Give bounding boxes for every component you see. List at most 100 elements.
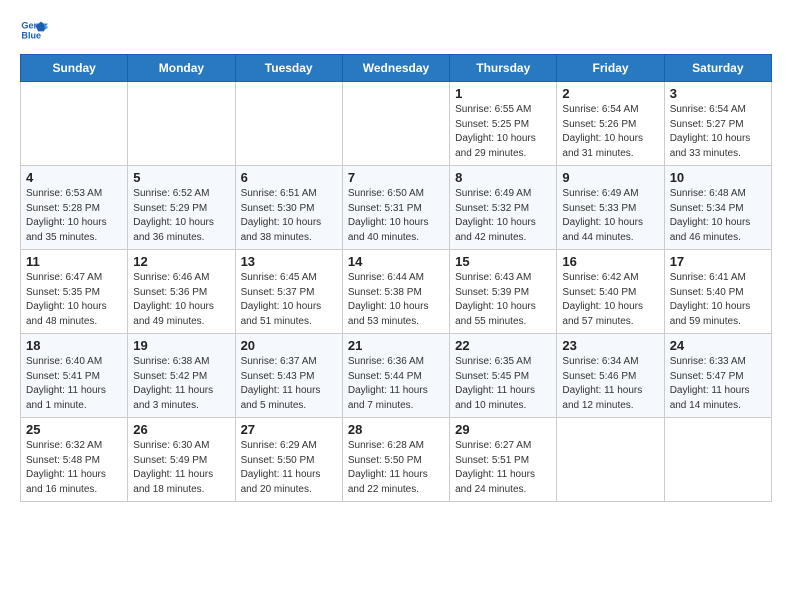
calendar-cell — [21, 82, 128, 166]
day-number: 6 — [241, 170, 337, 185]
day-number: 3 — [670, 86, 766, 101]
header: General Blue — [20, 16, 772, 44]
calendar-cell: 23 Sunrise: 6:34 AMSunset: 5:46 PMDayligh… — [557, 334, 664, 418]
calendar-cell: 27 Sunrise: 6:29 AMSunset: 5:50 PMDayligh… — [235, 418, 342, 502]
calendar-cell: 16 Sunrise: 6:42 AMSunset: 5:40 PMDayligh… — [557, 250, 664, 334]
day-detail: Sunrise: 6:34 AMSunset: 5:46 PMDaylight:… — [562, 355, 658, 413]
calendar-cell: 1 Sunrise: 6:55 AMSunset: 5:25 PMDaylight… — [450, 82, 557, 166]
day-detail: Sunrise: 6:52 AMSunset: 5:29 PMDaylight:… — [133, 187, 229, 245]
day-detail: Sunrise: 6:36 AMSunset: 5:44 PMDaylight:… — [348, 355, 444, 413]
day-detail: Sunrise: 6:50 AMSunset: 5:31 PMDaylight:… — [348, 187, 444, 245]
day-number: 23 — [562, 338, 658, 353]
day-number: 20 — [241, 338, 337, 353]
day-number: 4 — [26, 170, 122, 185]
day-header-saturday: Saturday — [664, 55, 771, 82]
day-header-thursday: Thursday — [450, 55, 557, 82]
calendar-cell: 29 Sunrise: 6:27 AMSunset: 5:51 PMDayligh… — [450, 418, 557, 502]
calendar-cell: 9 Sunrise: 6:49 AMSunset: 5:33 PMDaylight… — [557, 166, 664, 250]
day-detail: Sunrise: 6:46 AMSunset: 5:36 PMDaylight:… — [133, 271, 229, 329]
day-detail: Sunrise: 6:33 AMSunset: 5:47 PMDaylight:… — [670, 355, 766, 413]
calendar-cell — [128, 82, 235, 166]
calendar-cell: 11 Sunrise: 6:47 AMSunset: 5:35 PMDayligh… — [21, 250, 128, 334]
day-header-sunday: Sunday — [21, 55, 128, 82]
calendar-cell: 13 Sunrise: 6:45 AMSunset: 5:37 PMDayligh… — [235, 250, 342, 334]
day-detail: Sunrise: 6:27 AMSunset: 5:51 PMDaylight:… — [455, 439, 551, 497]
day-detail: Sunrise: 6:55 AMSunset: 5:25 PMDaylight:… — [455, 103, 551, 161]
day-number: 24 — [670, 338, 766, 353]
calendar-cell: 18 Sunrise: 6:40 AMSunset: 5:41 PMDayligh… — [21, 334, 128, 418]
logo-icon: General Blue — [20, 16, 48, 44]
day-detail: Sunrise: 6:44 AMSunset: 5:38 PMDaylight:… — [348, 271, 444, 329]
day-number: 18 — [26, 338, 122, 353]
calendar-cell: 8 Sunrise: 6:49 AMSunset: 5:32 PMDaylight… — [450, 166, 557, 250]
calendar-cell: 12 Sunrise: 6:46 AMSunset: 5:36 PMDayligh… — [128, 250, 235, 334]
calendar-cell: 15Sunrise: 6:43 AMSunset: 5:39 PMDayligh… — [450, 250, 557, 334]
day-number: 25 — [26, 422, 122, 437]
day-number: 17 — [670, 254, 766, 269]
day-number: 22 — [455, 338, 551, 353]
day-detail: Sunrise: 6:28 AMSunset: 5:50 PMDaylight:… — [348, 439, 444, 497]
day-header-wednesday: Wednesday — [342, 55, 449, 82]
day-detail: Sunrise: 6:54 AMSunset: 5:26 PMDaylight:… — [562, 103, 658, 161]
svg-text:Blue: Blue — [21, 30, 41, 40]
calendar-cell — [664, 418, 771, 502]
day-number: 26 — [133, 422, 229, 437]
day-number: 12 — [133, 254, 229, 269]
day-number: 21 — [348, 338, 444, 353]
calendar-cell: 2Sunrise: 6:54 AMSunset: 5:26 PMDaylight… — [557, 82, 664, 166]
day-number: 8 — [455, 170, 551, 185]
day-detail: Sunrise: 6:32 AMSunset: 5:48 PMDaylight:… — [26, 439, 122, 497]
day-detail: Sunrise: 6:29 AMSunset: 5:50 PMDaylight:… — [241, 439, 337, 497]
calendar-cell: 10 Sunrise: 6:48 AMSunset: 5:34 PMDayligh… — [664, 166, 771, 250]
logo: General Blue — [20, 16, 52, 44]
calendar-cell: 14Sunrise: 6:44 AMSunset: 5:38 PMDayligh… — [342, 250, 449, 334]
day-number: 28 — [348, 422, 444, 437]
day-number: 19 — [133, 338, 229, 353]
day-number: 16 — [562, 254, 658, 269]
calendar-cell: 3 Sunrise: 6:54 AMSunset: 5:27 PMDaylight… — [664, 82, 771, 166]
day-detail: Sunrise: 6:37 AMSunset: 5:43 PMDaylight:… — [241, 355, 337, 413]
calendar-cell: 28 Sunrise: 6:28 AMSunset: 5:50 PMDayligh… — [342, 418, 449, 502]
day-detail: Sunrise: 6:43 AMSunset: 5:39 PMDaylight:… — [455, 271, 551, 329]
day-number: 1 — [455, 86, 551, 101]
calendar-cell: 17 Sunrise: 6:41 AMSunset: 5:40 PMDayligh… — [664, 250, 771, 334]
calendar-cell: 26 Sunrise: 6:30 AMSunset: 5:49 PMDayligh… — [128, 418, 235, 502]
day-number: 29 — [455, 422, 551, 437]
calendar-cell: 24 Sunrise: 6:33 AMSunset: 5:47 PMDayligh… — [664, 334, 771, 418]
day-header-tuesday: Tuesday — [235, 55, 342, 82]
calendar-header: SundayMondayTuesdayWednesdayThursdayFrid… — [21, 55, 772, 82]
day-number: 9 — [562, 170, 658, 185]
day-detail: Sunrise: 6:41 AMSunset: 5:40 PMDaylight:… — [670, 271, 766, 329]
day-header-friday: Friday — [557, 55, 664, 82]
day-detail: Sunrise: 6:47 AMSunset: 5:35 PMDaylight:… — [26, 271, 122, 329]
day-detail: Sunrise: 6:42 AMSunset: 5:40 PMDaylight:… — [562, 271, 658, 329]
calendar-cell: 19 Sunrise: 6:38 AMSunset: 5:42 PMDayligh… — [128, 334, 235, 418]
day-detail: Sunrise: 6:51 AMSunset: 5:30 PMDaylight:… — [241, 187, 337, 245]
calendar-cell: 5 Sunrise: 6:52 AMSunset: 5:29 PMDaylight… — [128, 166, 235, 250]
day-detail: Sunrise: 6:45 AMSunset: 5:37 PMDaylight:… — [241, 271, 337, 329]
day-detail: Sunrise: 6:30 AMSunset: 5:49 PMDaylight:… — [133, 439, 229, 497]
day-number: 11 — [26, 254, 122, 269]
calendar-cell: 7 Sunrise: 6:50 AMSunset: 5:31 PMDaylight… — [342, 166, 449, 250]
calendar-cell: 25 Sunrise: 6:32 AMSunset: 5:48 PMDayligh… — [21, 418, 128, 502]
day-number: 5 — [133, 170, 229, 185]
day-detail: Sunrise: 6:48 AMSunset: 5:34 PMDaylight:… — [670, 187, 766, 245]
calendar-cell: 20 Sunrise: 6:37 AMSunset: 5:43 PMDayligh… — [235, 334, 342, 418]
calendar-cell: 22Sunrise: 6:35 AMSunset: 5:45 PMDayligh… — [450, 334, 557, 418]
day-detail: Sunrise: 6:40 AMSunset: 5:41 PMDaylight:… — [26, 355, 122, 413]
calendar-cell — [557, 418, 664, 502]
day-number: 13 — [241, 254, 337, 269]
calendar-cell — [235, 82, 342, 166]
day-number: 27 — [241, 422, 337, 437]
day-detail: Sunrise: 6:54 AMSunset: 5:27 PMDaylight:… — [670, 103, 766, 161]
day-detail: Sunrise: 6:49 AMSunset: 5:32 PMDaylight:… — [455, 187, 551, 245]
day-number: 10 — [670, 170, 766, 185]
day-detail: Sunrise: 6:49 AMSunset: 5:33 PMDaylight:… — [562, 187, 658, 245]
day-number: 7 — [348, 170, 444, 185]
calendar-cell: 21 Sunrise: 6:36 AMSunset: 5:44 PMDayligh… — [342, 334, 449, 418]
calendar-cell — [342, 82, 449, 166]
calendar-table: SundayMondayTuesdayWednesdayThursdayFrid… — [20, 54, 772, 502]
day-detail: Sunrise: 6:38 AMSunset: 5:42 PMDaylight:… — [133, 355, 229, 413]
calendar-cell: 6 Sunrise: 6:51 AMSunset: 5:30 PMDaylight… — [235, 166, 342, 250]
day-header-monday: Monday — [128, 55, 235, 82]
